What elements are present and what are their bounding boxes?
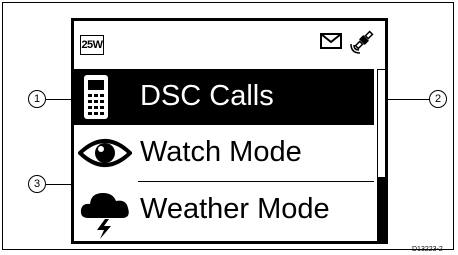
menu-item-dsc-calls[interactable]: DSC Calls: [74, 69, 374, 125]
power-badge: 25W: [80, 35, 104, 55]
callout-2-number: 2: [434, 93, 442, 105]
scrollbar[interactable]: [377, 69, 386, 241]
figure-code: D13223-2: [412, 246, 443, 253]
callout-1: 1: [28, 90, 46, 108]
menu-item-weather-mode[interactable]: Weather Mode: [74, 182, 374, 239]
handset-icon: [78, 71, 114, 128]
storm-cloud-icon: [78, 184, 134, 245]
envelope-icon: [320, 33, 342, 54]
menu-item-watch-mode[interactable]: Watch Mode: [74, 125, 374, 181]
status-bar: 25W: [74, 21, 385, 69]
callout-1-number: 1: [33, 93, 41, 105]
callout-2-leader: [383, 99, 429, 100]
menu-item-label: Watch Mode: [140, 136, 302, 168]
callout-3: 3: [28, 175, 46, 193]
satellite-icon: [348, 28, 376, 61]
callout-3-number: 3: [33, 178, 41, 190]
callout-2: 2: [429, 90, 447, 108]
scroll-thumb[interactable]: [378, 177, 385, 240]
menu-item-label: Weather Mode: [140, 193, 330, 225]
device-screen: 25W DSC Calls Watch Mode Weather Mode: [71, 18, 388, 244]
eye-icon: [77, 135, 133, 176]
menu-item-label: DSC Calls: [140, 80, 274, 112]
